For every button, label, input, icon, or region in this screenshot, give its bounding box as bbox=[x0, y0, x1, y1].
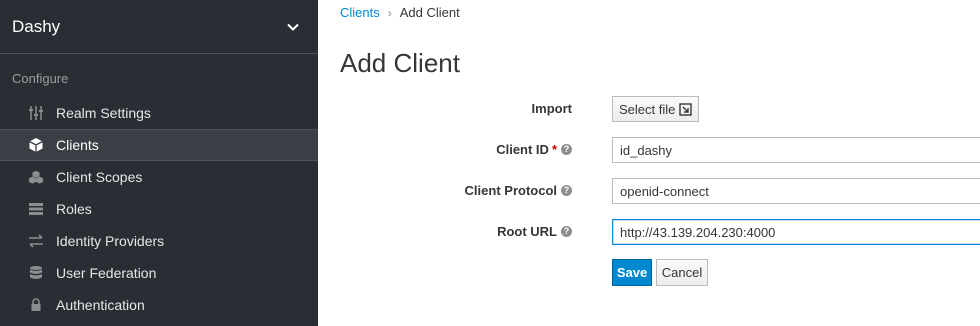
select-file-button[interactable]: Select file bbox=[612, 96, 700, 122]
breadcrumb-current: Add Client bbox=[399, 5, 460, 20]
sidebar-item-label: User Federation bbox=[56, 265, 157, 281]
cancel-button[interactable]: Cancel bbox=[656, 259, 708, 286]
cube-icon bbox=[28, 137, 44, 153]
help-icon[interactable]: ? bbox=[561, 185, 572, 196]
help-icon[interactable]: ? bbox=[561, 226, 572, 237]
database-icon bbox=[28, 265, 44, 281]
realm-name: Dashy bbox=[12, 16, 61, 36]
client-id-label: Client ID * ? bbox=[496, 142, 572, 157]
sidebar-item-clients[interactable]: Clients bbox=[0, 129, 318, 161]
sidebar-item-label: Clients bbox=[56, 137, 99, 153]
sidebar-item-label: Realm Settings bbox=[56, 105, 151, 121]
main-content: Clients › Add Client Add Client Import S… bbox=[318, 0, 980, 326]
import-label: Import bbox=[531, 101, 572, 116]
root-url-label: Root URL ? bbox=[497, 224, 572, 239]
client-protocol-select[interactable]: openid-connect bbox=[612, 178, 980, 204]
lock-icon bbox=[28, 297, 44, 313]
sidebar-nav: Realm Settings Clients Client Scopes Rol… bbox=[0, 97, 318, 321]
sidebar-item-label: Roles bbox=[56, 201, 92, 217]
save-button[interactable]: Save bbox=[612, 259, 652, 286]
import-row: Import Select file bbox=[318, 96, 980, 122]
sidebar: Dashy Configure Realm Settings Clients C… bbox=[0, 0, 318, 326]
help-icon[interactable]: ? bbox=[561, 144, 572, 155]
breadcrumb-separator: › bbox=[387, 5, 392, 20]
sidebar-item-authentication[interactable]: Authentication bbox=[0, 289, 318, 321]
sidebar-item-identity-providers[interactable]: Identity Providers bbox=[0, 225, 318, 257]
cubes-icon bbox=[28, 169, 44, 185]
import-icon bbox=[679, 102, 693, 116]
page-title: Add Client bbox=[340, 48, 460, 78]
sidebar-item-user-federation[interactable]: User Federation bbox=[0, 257, 318, 289]
required-marker: * bbox=[551, 142, 557, 157]
sidebar-item-label: Client Scopes bbox=[56, 169, 143, 185]
chevron-down-icon[interactable] bbox=[286, 20, 300, 34]
root-url-row: Root URL ? http://43.139.204.230:4000 bbox=[318, 219, 980, 245]
sliders-icon bbox=[28, 105, 44, 121]
breadcrumb: Clients › Add Client bbox=[340, 5, 460, 20]
form-actions: Save Cancel bbox=[318, 259, 980, 286]
client-protocol-label: Client Protocol ? bbox=[465, 183, 572, 198]
sidebar-item-roles[interactable]: Roles bbox=[0, 193, 318, 225]
sidebar-item-label: Authentication bbox=[56, 297, 145, 313]
exchange-icon bbox=[28, 233, 44, 249]
section-label-configure: Configure bbox=[12, 71, 69, 86]
sidebar-item-client-scopes[interactable]: Client Scopes bbox=[0, 161, 318, 193]
list-icon bbox=[28, 201, 44, 217]
breadcrumb-clients-link[interactable]: Clients bbox=[340, 5, 380, 20]
sidebar-item-label: Identity Providers bbox=[56, 233, 165, 249]
client-id-input[interactable]: id_dashy bbox=[612, 137, 980, 163]
client-id-row: Client ID * ? id_dashy bbox=[318, 137, 980, 163]
select-file-label: Select file bbox=[619, 101, 676, 117]
sidebar-item-realm-settings[interactable]: Realm Settings bbox=[0, 97, 318, 129]
realm-selector[interactable]: Dashy bbox=[0, 0, 318, 54]
client-protocol-row: Client Protocol ? openid-connect bbox=[318, 178, 980, 204]
root-url-input[interactable]: http://43.139.204.230:4000 bbox=[612, 219, 980, 245]
